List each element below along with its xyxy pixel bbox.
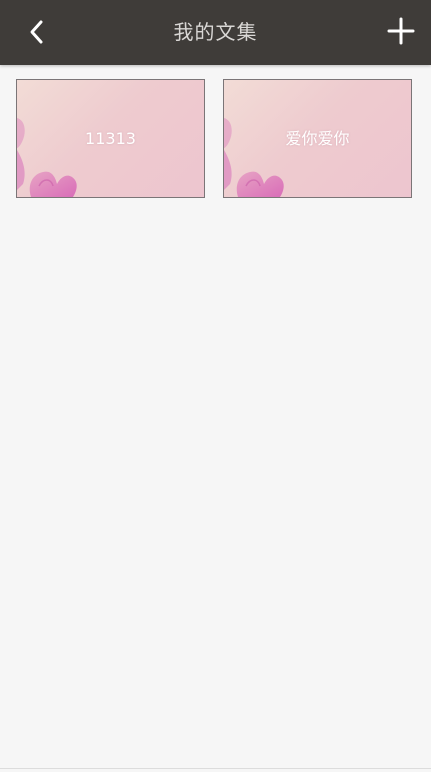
collection-grid: 11313 爱你爱你 — [16, 79, 414, 199]
add-collection-button[interactable] — [387, 17, 415, 45]
bottom-divider — [0, 768, 431, 769]
collection-name: 爱你爱你 — [285, 129, 350, 148]
collection-name: 11313 — [85, 129, 136, 148]
top-app-bar: 我的文集 — [0, 0, 431, 65]
collection-card[interactable]: 爱你爱你 — [223, 79, 412, 198]
plus-icon — [387, 17, 415, 45]
page-title: 我的文集 — [173, 20, 258, 44]
collection-card[interactable]: 11313 — [16, 79, 205, 198]
